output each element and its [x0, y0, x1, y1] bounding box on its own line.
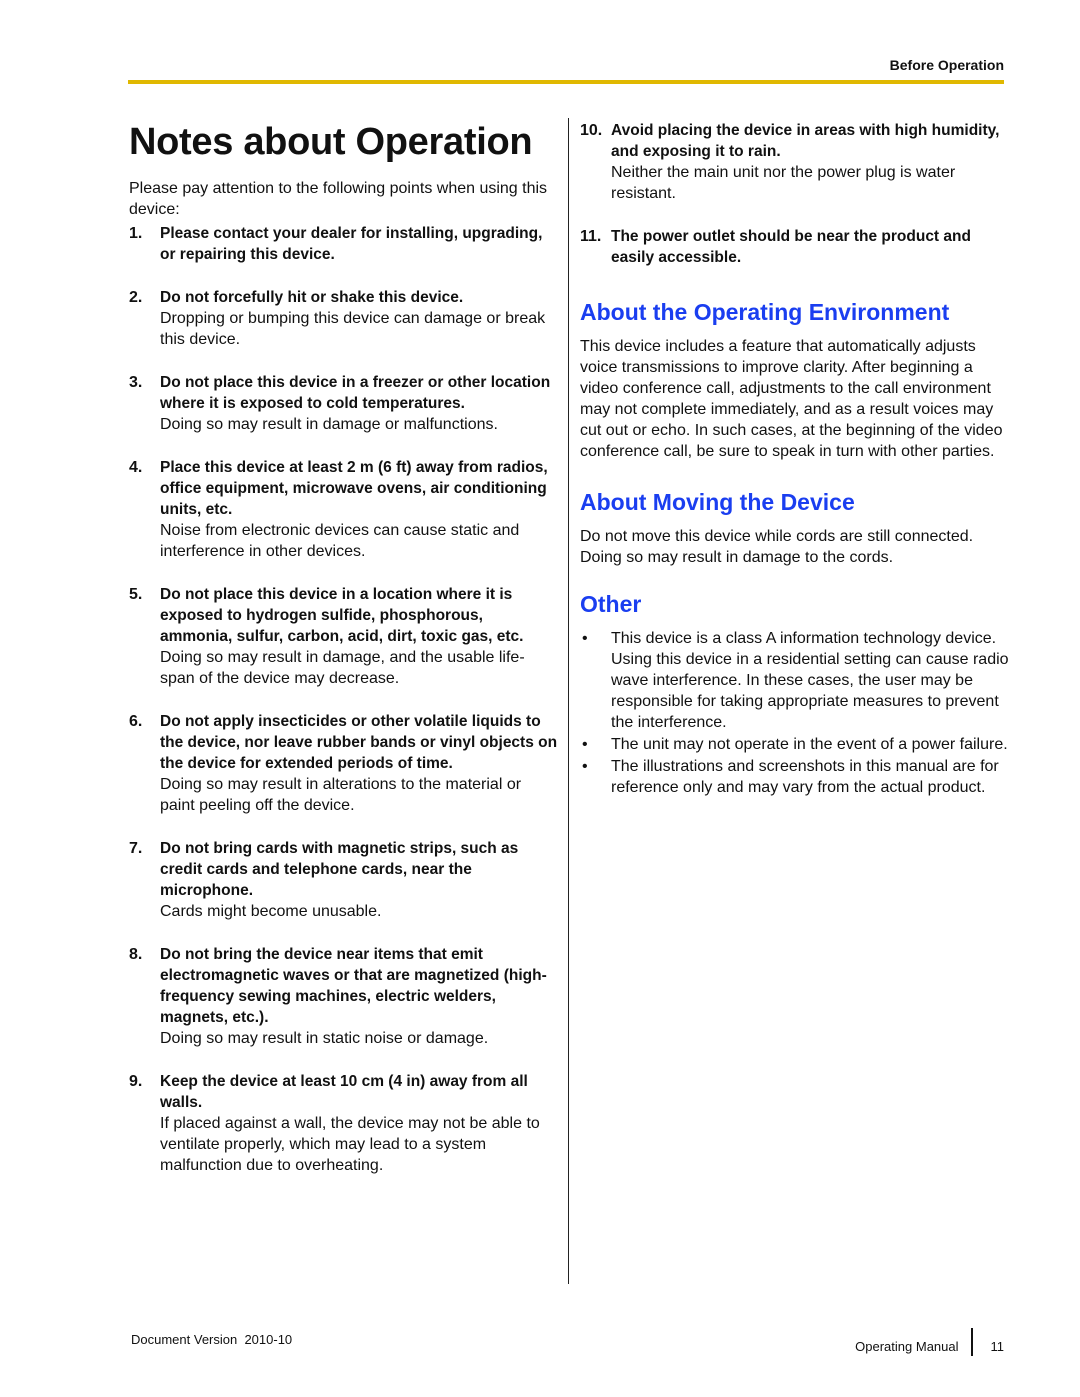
note-number: 5. [129, 586, 143, 603]
document-version: Document Version 2010-10 [131, 1332, 293, 1347]
note-number: 4. [129, 459, 143, 476]
header-rule [128, 80, 1004, 84]
note-description: Doing so may result in static noise or d… [160, 1030, 489, 1047]
running-header: Before Operation [889, 57, 1004, 73]
note-heading: The power outlet should be near the prod… [611, 228, 971, 266]
left-column: Notes about Operation Please pay attenti… [129, 110, 559, 1198]
note-number: 1. [129, 225, 143, 242]
note-item: 1. Please contact your dealer for instal… [129, 223, 559, 265]
bullet-item: • The unit may not operate in the event … [580, 734, 1010, 755]
note-item: 3. Do not place this device in a freezer… [129, 372, 559, 435]
note-description: Noise from electronic devices can cause … [160, 522, 520, 560]
bullet-icon: • [582, 630, 588, 647]
note-item: 2. Do not forcefully hit or shake this d… [129, 287, 559, 350]
note-description: Doing so may result in alterations to th… [160, 776, 522, 814]
note-item: 7. Do not bring cards with magnetic stri… [129, 838, 559, 922]
note-heading: Do not apply insecticides or other volat… [160, 713, 558, 772]
intro-text: Please pay attention to the following po… [129, 180, 548, 218]
note-number: 9. [129, 1073, 143, 1090]
note-number: 8. [129, 946, 143, 963]
note-item: 8. Do not bring the device near items th… [129, 944, 559, 1049]
note-description: Dropping or bumping this device can dama… [160, 310, 546, 348]
note-description: If placed against a wall, the device may… [160, 1115, 540, 1174]
section-text-moving-device: Do not move this device while cords are … [580, 528, 974, 566]
note-heading: Avoid placing the device in areas with h… [611, 122, 1000, 160]
note-item: 5. Do not place this device in a locatio… [129, 584, 559, 689]
note-description: Neither the main unit nor the power plug… [611, 164, 956, 202]
note-heading: Do not place this device in a freezer or… [160, 374, 551, 412]
section-heading-operating-environment: About the Operating Environment [580, 299, 950, 325]
footer-right: Operating Manual 11 [855, 1328, 1005, 1360]
note-heading: Do not bring the device near items that … [160, 946, 547, 1026]
section-text-operating-environment: This device includes a feature that auto… [580, 338, 1003, 460]
page-title: Notes about Operation [129, 121, 533, 163]
note-number: 6. [129, 713, 143, 730]
note-heading: Please contact your dealer for installin… [160, 225, 543, 263]
footer-divider [970, 1328, 973, 1356]
note-item: 9. Keep the device at least 10 cm (4 in)… [129, 1071, 559, 1176]
note-heading: Do not forcefully hit or shake this devi… [160, 289, 464, 306]
column-divider [568, 118, 569, 1284]
right-column: 10. Avoid placing the device in areas wi… [580, 120, 1010, 799]
section-heading-moving-device: About Moving the Device [580, 489, 855, 515]
note-heading: Keep the device at least 10 cm (4 in) aw… [160, 1073, 528, 1111]
note-heading: Do not bring cards with magnetic strips,… [160, 840, 519, 899]
other-bullet-list: • This device is a class A information t… [580, 628, 1010, 798]
note-item: 10. Avoid placing the device in areas wi… [580, 120, 1010, 204]
note-item: 4. Place this device at least 2 m (6 ft)… [129, 457, 559, 562]
page-number: 11 [990, 1338, 1005, 1354]
bullet-item: • The illustrations and screenshots in t… [580, 756, 1010, 798]
note-item: 11. The power outlet should be near the … [580, 226, 1010, 268]
note-description: Cards might become unusable. [160, 903, 382, 920]
bullet-text: The unit may not operate in the event of… [611, 736, 1008, 753]
bullet-icon: • [582, 758, 588, 775]
bullet-item: • This device is a class A information t… [580, 628, 1010, 733]
note-item: 6. Do not apply insecticides or other vo… [129, 711, 559, 816]
note-number: 7. [129, 840, 143, 857]
note-description: Doing so may result in damage, and the u… [160, 649, 525, 687]
note-heading: Place this device at least 2 m (6 ft) aw… [160, 459, 548, 518]
note-number: 2. [129, 289, 143, 306]
note-heading: Do not place this device in a location w… [160, 586, 524, 645]
bullet-text: The illustrations and screenshots in thi… [611, 758, 999, 796]
note-description: Doing so may result in damage or malfunc… [160, 416, 498, 433]
manual-name: Operating Manual [855, 1338, 959, 1354]
bullet-icon: • [582, 736, 588, 753]
section-heading-other: Other [580, 591, 642, 617]
note-number: 11. [580, 228, 602, 245]
bullet-text: This device is a class A information tec… [611, 630, 1009, 731]
note-number: 10. [580, 122, 603, 139]
note-number: 3. [129, 374, 143, 391]
